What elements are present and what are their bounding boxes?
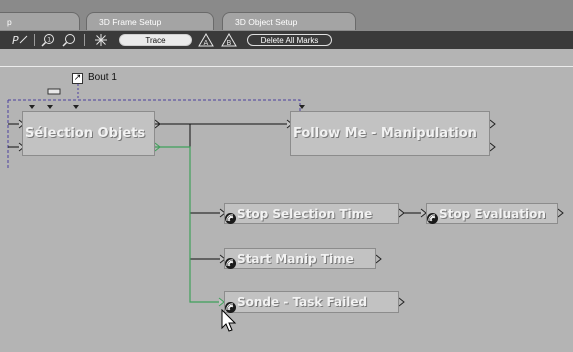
output-port-icon[interactable] — [398, 297, 405, 307]
output-port-icon[interactable] — [489, 142, 496, 152]
script-icon — [427, 213, 438, 224]
bout-param[interactable] — [47, 88, 61, 95]
block-label: Sélection Objets — [25, 126, 146, 141]
block-label: Follow Me - Manipulation — [293, 126, 477, 141]
param-in-icon[interactable] — [47, 105, 53, 109]
mouse-cursor-icon — [221, 309, 237, 332]
script-icon — [225, 258, 236, 269]
script-icon — [225, 213, 236, 224]
block-selection-objets[interactable]: Sélection Objets — [22, 111, 155, 156]
block-sonde-task-failed[interactable]: Sonde - Task Failed — [224, 291, 399, 313]
param-in-icon[interactable] — [29, 105, 35, 109]
link[interactable] — [189, 213, 222, 260]
output-port-icon[interactable] — [489, 119, 496, 129]
block-label: Sonde - Task Failed — [237, 295, 368, 309]
bout-label: Bout 1 — [88, 72, 117, 83]
param-in-icon[interactable] — [73, 105, 79, 109]
block-label: Stop Selection Time — [237, 206, 373, 221]
shortcut-arrow-icon[interactable]: ↗ — [72, 73, 83, 84]
output-port-icon[interactable] — [375, 254, 382, 264]
output-port-icon[interactable] — [398, 208, 405, 218]
block-label: Start Manip Time — [237, 251, 354, 266]
block-follow-me-manipulation[interactable]: Follow Me - Manipulation — [290, 111, 490, 156]
block-stop-selection-time[interactable]: Stop Selection Time — [224, 203, 399, 224]
block-start-manip-time[interactable]: Start Manip Time — [224, 248, 376, 269]
link[interactable] — [189, 124, 222, 214]
active-link[interactable] — [155, 146, 222, 303]
block-stop-evaluation[interactable]: Stop Evaluation — [426, 203, 558, 224]
block-label: Stop Evaluation — [439, 206, 546, 221]
output-port-icon[interactable] — [557, 208, 564, 218]
